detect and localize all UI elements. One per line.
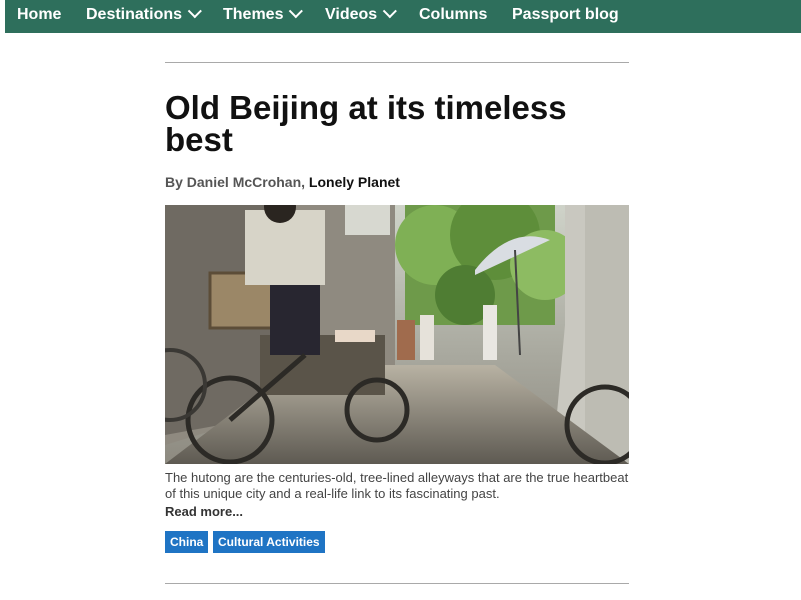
nav-columns[interactable]: Columns <box>419 6 487 24</box>
hutong-photo-illustration <box>165 205 629 464</box>
nav-themes[interactable]: Themes <box>223 4 304 24</box>
divider <box>165 62 629 63</box>
read-more-link[interactable]: Read more... <box>165 504 243 519</box>
nav-home-label: Home <box>17 6 62 23</box>
article-byline: By Daniel McCrohan, Lonely Planet <box>165 174 400 190</box>
nav-themes-label: Themes <box>223 6 284 23</box>
byline-publisher[interactable]: Lonely Planet <box>309 174 400 190</box>
top-nav-bar: Home Destinations Themes Videos Columns … <box>5 0 801 33</box>
nav-destinations[interactable]: Destinations <box>86 4 202 24</box>
chevron-down-icon <box>187 4 202 19</box>
tag-cultural-activities[interactable]: Cultural Activities <box>213 531 325 553</box>
chevron-down-icon <box>382 4 398 19</box>
divider <box>165 583 629 584</box>
nav-videos-label: Videos <box>325 6 378 23</box>
nav-passport-blog[interactable]: Passport blog <box>512 6 619 24</box>
tag-china[interactable]: China <box>165 531 209 553</box>
nav-videos[interactable]: Videos <box>325 4 398 24</box>
byline-author[interactable]: By Daniel McCrohan, <box>165 174 309 190</box>
article-caption: The hutong are the centuries-old, tree-l… <box>165 470 629 501</box>
nav-passport-blog-label: Passport blog <box>512 6 619 23</box>
chevron-down-icon <box>289 4 304 19</box>
nav-destinations-label: Destinations <box>86 6 183 23</box>
article-title[interactable]: Old Beijing at its timeless best <box>165 91 635 156</box>
article-photo[interactable] <box>165 205 629 464</box>
nav-home[interactable]: Home <box>17 6 61 24</box>
nav-columns-label: Columns <box>419 6 488 23</box>
